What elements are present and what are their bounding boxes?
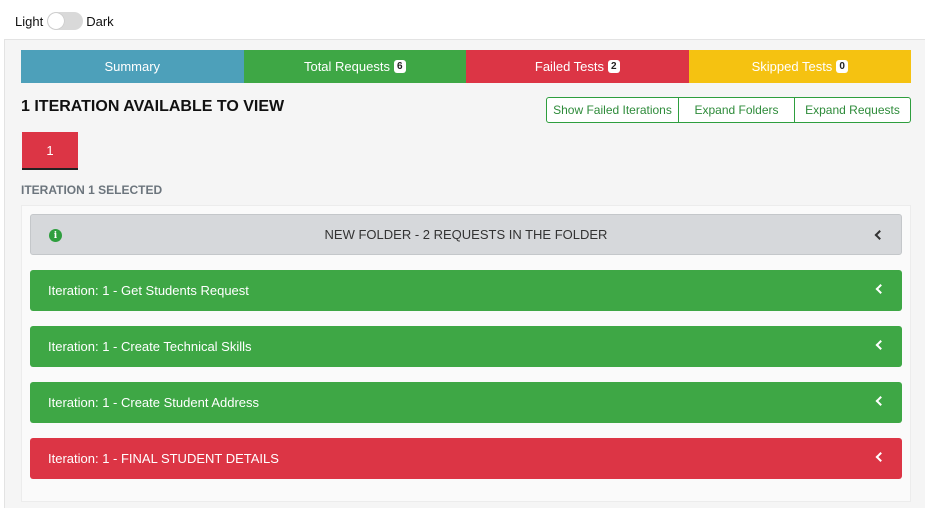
total-requests-badge: 6 (393, 60, 406, 73)
tab-skipped-tests[interactable]: Skipped Tests 0 (688, 50, 911, 83)
failed-tests-badge: 2 (608, 60, 620, 73)
report-panel: Summary Total Requests 6 Failed Tests 2 … (4, 39, 925, 508)
folder-title: NEW FOLDER - 2 REQUESTS IN THE FOLDER (324, 227, 608, 242)
tab-summary-label: Summary (104, 59, 161, 74)
tab-failed-tests-label: Failed Tests (534, 59, 605, 74)
request-row[interactable]: Iteration: 1 - Get Students Request (30, 270, 902, 311)
expand-folders-button[interactable]: Expand Folders (679, 97, 795, 123)
theme-toggle[interactable]: Light Dark (15, 11, 114, 31)
request-label: Iteration: 1 - Create Student Address (48, 395, 260, 410)
iteration-tab-1[interactable]: 1 (22, 132, 78, 170)
skipped-tests-badge: 0 (836, 60, 848, 73)
iteration-items: i NEW FOLDER - 2 REQUESTS IN THE FOLDER … (21, 205, 911, 502)
theme-switch[interactable] (47, 12, 84, 30)
tab-skipped-tests-label: Skipped Tests (751, 59, 833, 74)
info-icon: i (49, 229, 62, 242)
tab-total-requests[interactable]: Total Requests 6 (243, 50, 466, 83)
folder-row[interactable]: i NEW FOLDER - 2 REQUESTS IN THE FOLDER (30, 214, 902, 255)
light-label: Light (15, 13, 44, 29)
chevron-left-icon (875, 340, 886, 350)
summary-tabs: Summary Total Requests 6 Failed Tests 2 … (21, 50, 911, 83)
expand-requests-button[interactable]: Expand Requests (795, 97, 911, 123)
chevron-left-icon (875, 396, 886, 406)
request-label: Iteration: 1 - FINAL STUDENT DETAILS (48, 451, 279, 466)
tab-summary[interactable]: Summary (21, 50, 244, 83)
iterations-heading: 1 ITERATION AVAILABLE TO VIEW (21, 98, 285, 115)
request-row[interactable]: Iteration: 1 - Create Technical Skills (30, 326, 902, 367)
request-label: Iteration: 1 - Create Technical Skills (48, 339, 252, 354)
chevron-left-icon (875, 284, 886, 294)
request-row[interactable]: Iteration: 1 - FINAL STUDENT DETAILS (30, 438, 902, 479)
view-options: Show Failed Iterations Expand Folders Ex… (546, 97, 911, 123)
show-failed-iterations-button[interactable]: Show Failed Iterations (546, 97, 679, 123)
request-row[interactable]: Iteration: 1 - Create Student Address (30, 382, 902, 423)
request-label: Iteration: 1 - Get Students Request (48, 283, 249, 298)
dark-label: Dark (86, 13, 114, 29)
switch-knob (48, 13, 65, 29)
chevron-left-icon (875, 452, 886, 462)
tab-total-requests-label: Total Requests (303, 59, 390, 74)
tab-failed-tests[interactable]: Failed Tests 2 (466, 50, 689, 83)
iteration-selected-label: ITERATION 1 SELECTED (21, 183, 163, 197)
chevron-left-icon (874, 229, 885, 240)
